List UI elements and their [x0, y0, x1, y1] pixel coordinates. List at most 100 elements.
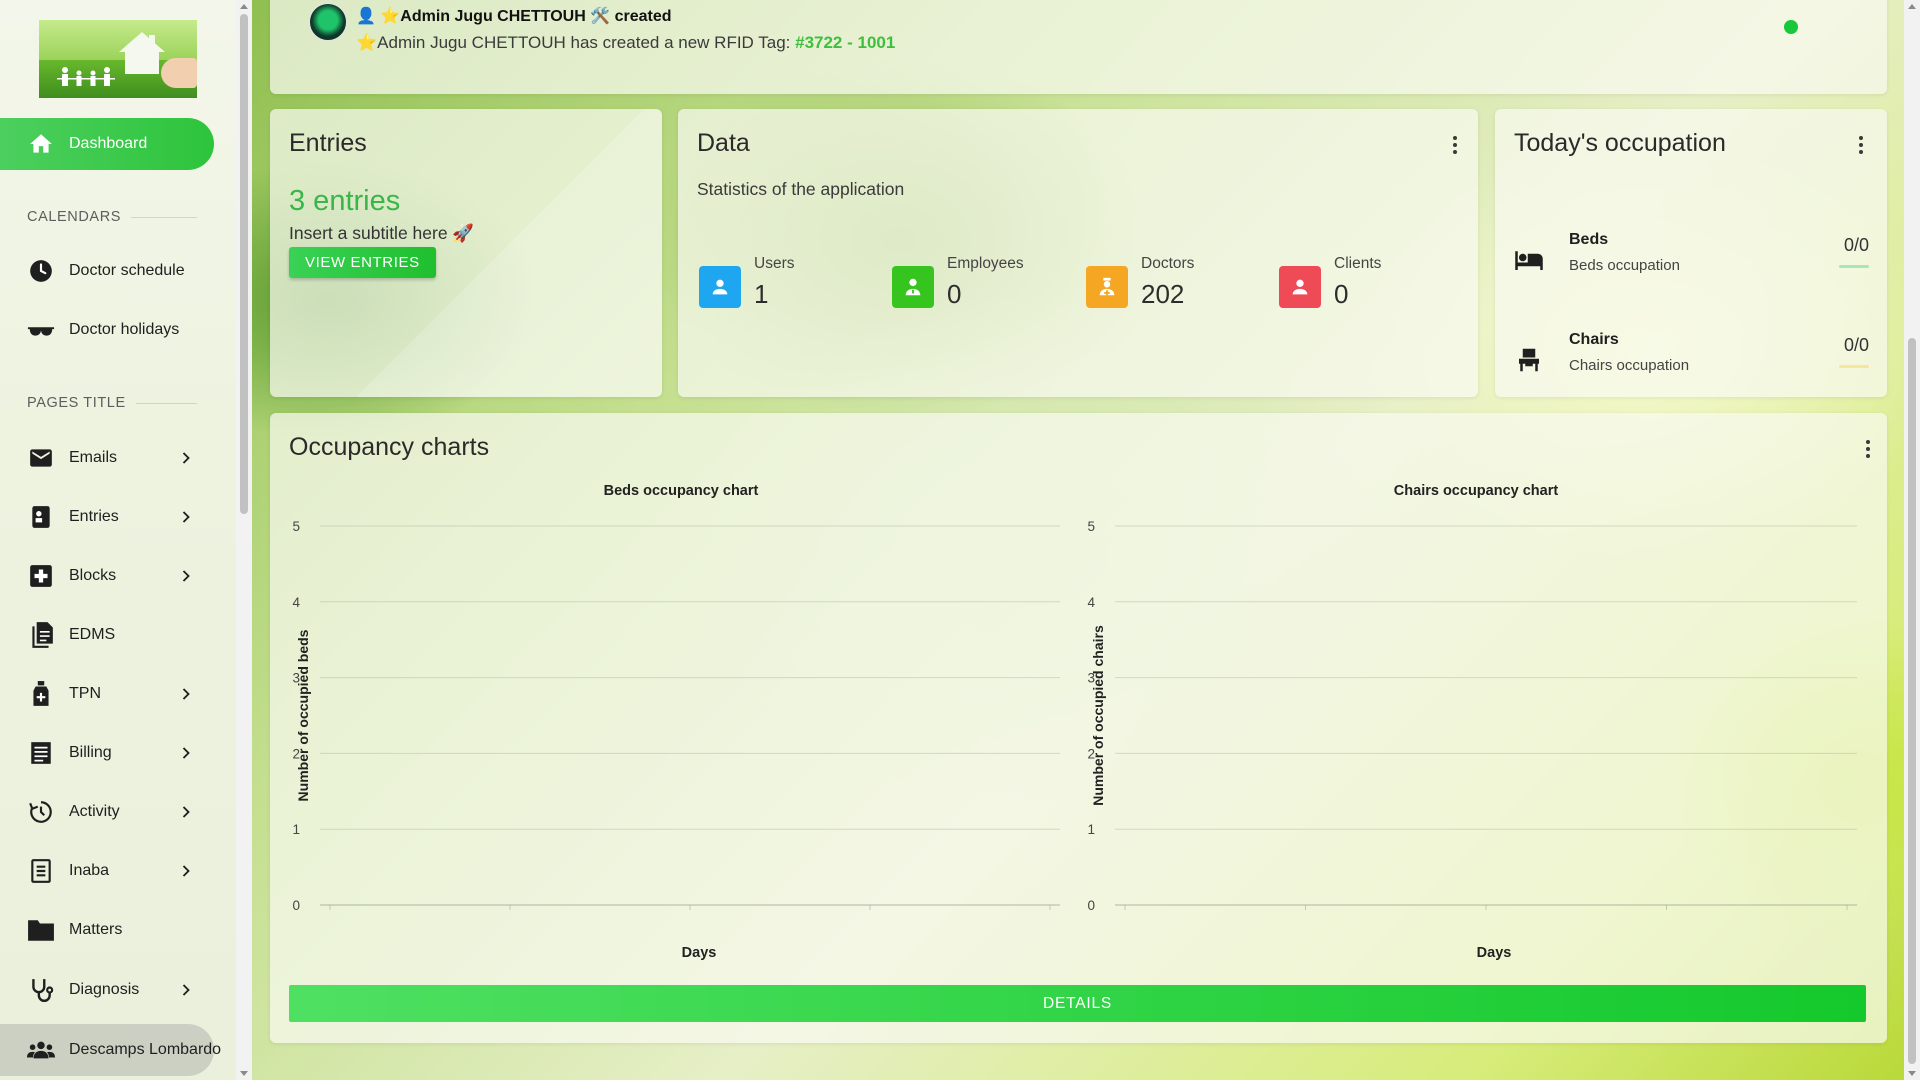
stat-label: Doctors — [1141, 255, 1195, 272]
sidebar-item-diagnosis[interactable]: Diagnosis — [0, 964, 214, 1016]
sidebar-item-tpn[interactable]: TPN — [0, 668, 214, 720]
details-button[interactable]: DETAILS — [289, 985, 1866, 1022]
occupation-card: Today's occupation Beds Beds occupation … — [1495, 109, 1887, 397]
occupation-progress-bar — [1839, 265, 1869, 268]
sidebar-item-billing[interactable]: Billing — [0, 727, 214, 779]
sidebar-item-doctor-schedule[interactable]: Doctor schedule — [0, 245, 214, 297]
sidebar-item-label: Doctor schedule — [69, 262, 185, 279]
stethoscope-icon — [27, 976, 55, 1004]
stat-label: Clients — [1334, 255, 1382, 272]
sidebar-item-label: Diagnosis — [69, 981, 140, 998]
data-subtitle: Statistics of the application — [697, 179, 905, 199]
y-tick-label: 5 — [292, 519, 300, 534]
doctor-icon — [1086, 266, 1128, 308]
more-options-icon[interactable] — [1851, 133, 1871, 157]
stat-label: Users — [754, 255, 795, 272]
home-icon — [27, 130, 55, 158]
data-title: Data — [697, 129, 750, 157]
notification-card: 👤 ⭐Admin Jugu CHETTOUH 🛠️ created ⭐Admin… — [270, 0, 1887, 94]
sidebar-item-label: EDMS — [69, 626, 116, 643]
family-icon — [57, 67, 115, 86]
avatar[interactable] — [308, 2, 348, 42]
sidebar-scrollbar[interactable] — [236, 0, 252, 1080]
scrollbar-thumb[interactable] — [240, 14, 248, 514]
occupation-row-value: 0/0 — [1843, 335, 1869, 355]
documents-icon — [27, 621, 55, 649]
scroll-up-arrow[interactable] — [1908, 4, 1916, 9]
chevron-right-icon — [182, 806, 190, 818]
sidebar-item-edms[interactable]: EDMS — [0, 609, 214, 661]
app-logo[interactable] — [39, 20, 197, 98]
sidebar-item-activity[interactable]: Activity — [0, 786, 214, 838]
sidebar-item-label: Matters — [69, 921, 123, 938]
sidebar-item-label: Billing — [69, 744, 112, 761]
occupation-progress-bar — [1839, 365, 1869, 368]
sidebar-item-emails[interactable]: Emails — [0, 432, 214, 484]
scrollbar-thumb[interactable] — [1908, 338, 1916, 1064]
y-tick-label: 0 — [1087, 898, 1095, 913]
scroll-down-arrow[interactable] — [1908, 1071, 1916, 1076]
sidebar: Dashboard CALENDARS Doctor schedule Doct… — [0, 0, 236, 1080]
sidebar-item-inaba[interactable]: Inaba — [0, 845, 214, 897]
sidebar-item-entries[interactable]: Entries — [0, 491, 214, 543]
medical-plus-icon — [27, 562, 55, 590]
y-tick-label: 1 — [1087, 822, 1095, 837]
stat-label: Employees — [947, 255, 1024, 272]
entries-subtitle: Insert a subtitle here 🚀 — [289, 223, 475, 243]
chevron-right-icon — [182, 865, 190, 877]
chart-title: Chairs occupancy chart — [1394, 483, 1559, 499]
occupation-row-beds: Beds Beds occupation 0/0 — [1514, 231, 1869, 301]
more-options-icon[interactable] — [1445, 133, 1465, 157]
section-title-calendars: CALENDARS — [27, 209, 197, 225]
sidebar-item-label: TPN — [69, 685, 101, 702]
y-tick-label: 0 — [292, 898, 300, 913]
employee-icon — [892, 266, 934, 308]
clock-icon — [27, 257, 55, 285]
server-icon — [27, 857, 55, 885]
mail-icon — [27, 444, 55, 472]
chevron-right-icon — [182, 570, 190, 582]
occupation-row-subtitle: Chairs occupation — [1569, 357, 1690, 374]
group-icon — [27, 1036, 55, 1064]
folder-icon — [27, 916, 55, 944]
chevron-right-icon — [182, 452, 190, 464]
occupation-row-value: 0/0 — [1843, 235, 1869, 255]
medicine-bottle-icon — [27, 680, 55, 708]
section-title-pages: PAGES TITLE — [27, 395, 197, 411]
occupation-row-title: Beds — [1569, 231, 1609, 248]
sidebar-item-label: Descamps Lombardo — [69, 1041, 222, 1058]
occupation-row-title: Chairs — [1569, 331, 1619, 348]
sidebar-item-matters[interactable]: Matters — [0, 904, 214, 956]
chevron-right-icon — [182, 688, 190, 700]
notification-title: 👤 ⭐Admin Jugu CHETTOUH 🛠️ created — [356, 8, 672, 25]
chart-title: Beds occupancy chart — [604, 483, 759, 499]
y-axis-label: Number of occupied beds — [295, 629, 311, 801]
data-card: Data Statistics of the application Users… — [678, 109, 1478, 397]
occupation-row-subtitle: Beds occupation — [1569, 257, 1680, 274]
stat-value: 0 — [947, 279, 962, 309]
scroll-up-arrow[interactable] — [240, 4, 248, 9]
user-icon — [699, 266, 741, 308]
sidebar-item-label: Activity — [69, 803, 120, 820]
occupancy-charts-svg: Beds occupancy chart012345Number of occu… — [292, 483, 1857, 961]
chevron-right-icon — [182, 747, 190, 759]
sidebar-item-dashboard[interactable]: Dashboard — [0, 118, 214, 170]
sidebar-item-blocks[interactable]: Blocks — [0, 550, 214, 602]
receipt-icon — [27, 739, 55, 767]
view-entries-button[interactable]: VIEW ENTRIES — [289, 247, 436, 278]
x-axis-label: Days — [682, 945, 717, 961]
online-status-dot — [1784, 20, 1798, 34]
occupancy-charts-card: Occupancy charts Beds occupancy chart 0 1 2… — [270, 413, 1887, 1043]
sidebar-item-label: Blocks — [69, 567, 117, 584]
stat-value: 202 — [1141, 279, 1185, 309]
page-scrollbar[interactable] — [1904, 0, 1920, 1080]
y-tick-label: 1 — [292, 822, 300, 837]
sidebar-item-label: Entries — [69, 508, 119, 525]
rfid-tag-link[interactable]: #3722 - 1001 — [795, 33, 895, 52]
scroll-down-arrow[interactable] — [240, 1071, 248, 1076]
entries-count: 3 entries — [289, 185, 401, 217]
sidebar-item-doctor-holidays[interactable]: Doctor holidays — [0, 304, 214, 356]
entries-card: Entries 3 entries Insert a subtitle here… — [270, 109, 662, 397]
sidebar-item-descamps-lombardo[interactable]: Descamps Lombardo — [0, 1024, 221, 1076]
y-axis-label: Number of occupied chairs — [1090, 625, 1106, 806]
